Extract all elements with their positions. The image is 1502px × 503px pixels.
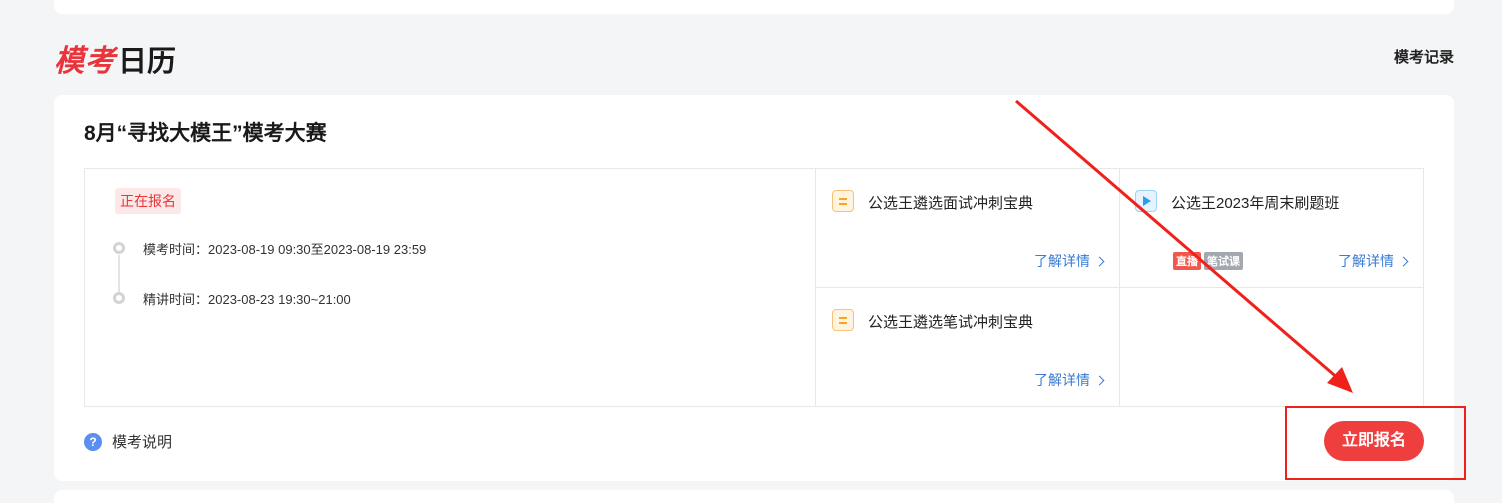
exam-record-link[interactable]: 模考记录 <box>1394 46 1454 67</box>
timeline-dot-icon <box>113 292 125 304</box>
course-details-link[interactable]: 了解详情 <box>1338 251 1409 271</box>
exam-card: 8月“寻找大模王”模考大赛 正在报名 模考时间：2023-08-19 09:30… <box>54 95 1454 481</box>
lecture-time-text: 精讲时间：2023-08-23 19:30~21:00 <box>143 292 351 307</box>
chevron-right-icon <box>1094 256 1105 267</box>
course-details-link[interactable]: 了解详情 <box>1034 370 1105 390</box>
schedule-timeline: 模考时间：2023-08-19 09:30至2023-08-19 23:59 精… <box>113 239 426 339</box>
chevron-right-icon <box>1094 375 1105 386</box>
chevron-right-icon <box>1398 256 1409 267</box>
details-label: 了解详情 <box>1034 253 1090 269</box>
details-label: 了解详情 <box>1338 253 1394 269</box>
book-icon <box>832 309 854 331</box>
course-name: 公选王2023年周末刷题班 <box>1171 195 1340 212</box>
exam-help[interactable]: ? 模考说明 <box>84 431 172 452</box>
written-course-tag: 笔试课 <box>1204 252 1243 270</box>
question-icon: ? <box>84 432 102 451</box>
course-tags: 直播 笔试课 <box>1173 252 1243 270</box>
exam-help-label: 模考说明 <box>112 434 173 451</box>
previous-card <box>54 0 1454 14</box>
next-card <box>54 490 1454 503</box>
live-tag: 直播 <box>1173 252 1201 270</box>
exam-time-text: 模考时间：2023-08-19 09:30至2023-08-19 23:59 <box>143 242 427 257</box>
exam-info-grid: 正在报名 模考时间：2023-08-19 09:30至2023-08-19 23… <box>84 168 1424 407</box>
calendar-logo: 模考 日历 <box>54 36 176 79</box>
timeline-item: 精讲时间：2023-08-23 19:30~21:00 <box>113 289 426 339</box>
status-badge: 正在报名 <box>115 188 181 214</box>
course-item: 公选王遴选笔试冲刺宝典 了解详情 <box>816 288 1120 407</box>
course-name: 公选王遴选笔试冲刺宝典 <box>868 314 1034 331</box>
course-item: 公选王2023年周末刷题班 直播 笔试课 了解详情 <box>1119 169 1423 288</box>
logo-black-text: 日历 <box>118 44 177 78</box>
empty-course-cell <box>1119 288 1423 407</box>
book-icon <box>832 190 854 212</box>
course-item: 公选王遴选面试冲刺宝典 了解详情 <box>816 169 1120 288</box>
timeline-item: 模考时间：2023-08-19 09:30至2023-08-19 23:59 <box>113 239 427 295</box>
exam-title: 8月“寻找大模王”模考大赛 <box>84 122 327 145</box>
course-name: 公选王遴选面试冲刺宝典 <box>868 195 1034 212</box>
video-icon <box>1135 190 1157 212</box>
timeline-dot-icon <box>113 242 125 254</box>
logo-red-text: 模考 <box>54 44 116 79</box>
annotation-highlight-box <box>1285 406 1466 480</box>
schedule-pane: 正在报名 模考时间：2023-08-19 09:30至2023-08-19 23… <box>85 169 816 406</box>
details-label: 了解详情 <box>1034 372 1090 388</box>
course-details-link[interactable]: 了解详情 <box>1034 251 1105 271</box>
